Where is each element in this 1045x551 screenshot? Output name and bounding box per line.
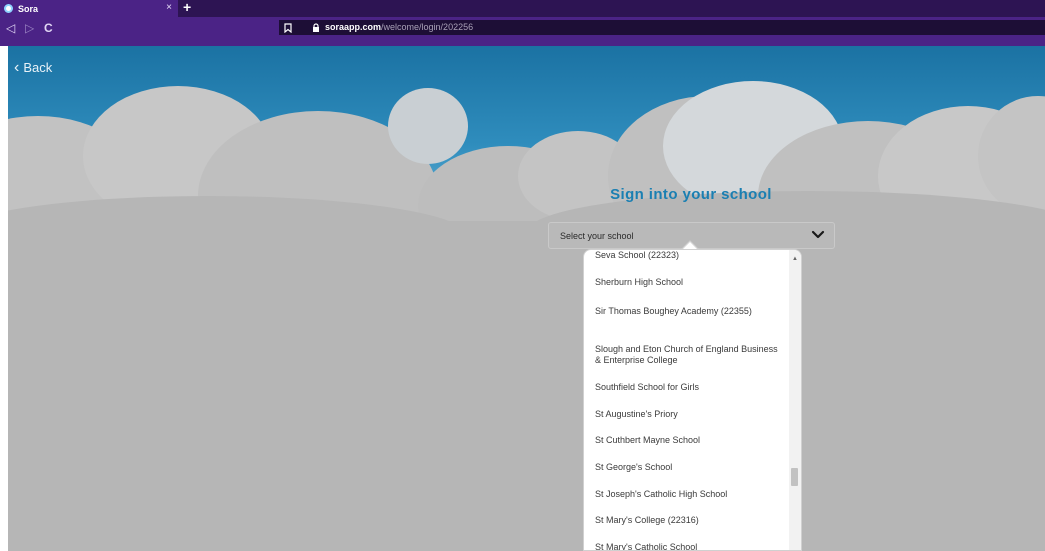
dropdown-scrollbar[interactable]: ▲ (789, 250, 801, 550)
back-link[interactable]: ‹ Back (14, 59, 53, 76)
page-title: Sign into your school (610, 186, 772, 203)
tab-strip: Sora × + (0, 0, 1045, 17)
reload-icon[interactable]: C (44, 21, 53, 35)
navigation-bar: ◁ ▷ C soraapp.com/welcome/login/202256 (0, 17, 1045, 46)
clouds-illustration (8, 81, 1045, 551)
url-text[interactable]: soraapp.com/welcome/login/202256 (325, 22, 473, 32)
back-label: Back (23, 60, 53, 75)
school-option[interactable]: St Cuthbert Mayne School (595, 435, 785, 446)
scrollbar-thumb[interactable] (791, 468, 798, 486)
school-option[interactable]: Slough and Eton Church of England Busine… (595, 344, 785, 366)
school-option[interactable]: Southfield School for Girls (595, 382, 785, 393)
url-path: /welcome/login/202256 (381, 22, 474, 32)
back-icon[interactable]: ◁ (6, 21, 15, 35)
url-host: soraapp.com (325, 22, 382, 32)
lock-icon (313, 23, 319, 32)
school-option[interactable]: St Mary's Catholic School (595, 542, 785, 550)
bookmark-icon[interactable] (284, 23, 292, 33)
address-bar[interactable]: soraapp.com/welcome/login/202256 (279, 20, 1045, 35)
new-tab-button[interactable]: + (183, 0, 191, 15)
scroll-up-icon[interactable]: ▲ (792, 256, 798, 262)
tab-close-button[interactable]: × (166, 2, 172, 13)
school-option[interactable]: St Augustine's Priory (595, 409, 785, 420)
school-option[interactable]: Sherburn High School (595, 277, 785, 288)
school-option[interactable]: St Mary's College (22316) (595, 515, 785, 526)
tab-title: Sora (18, 3, 39, 14)
school-option[interactable]: St George's School (595, 462, 785, 473)
school-option[interactable]: Seva School (22323) (595, 250, 785, 261)
sora-favicon-icon (4, 4, 13, 13)
school-option[interactable]: Sir Thomas Boughey Academy (22355) (595, 306, 785, 317)
chevron-left-icon: ‹ (14, 59, 20, 76)
school-option[interactable]: St Joseph's Catholic High School (595, 489, 785, 500)
school-select-placeholder: Select your school (560, 231, 634, 241)
forward-icon[interactable]: ▷ (25, 21, 34, 35)
sora-login-page: ‹ Back Sign into your school Select your… (8, 46, 1045, 551)
school-dropdown-list[interactable]: Seva School (22323) Sherburn High School… (583, 249, 802, 551)
browser-window: Sora × + ◁ ▷ C soraapp.com/welcome/login… (0, 0, 1045, 551)
chevron-down-icon[interactable] (810, 226, 826, 242)
tab-sora[interactable]: Sora × (0, 0, 178, 17)
